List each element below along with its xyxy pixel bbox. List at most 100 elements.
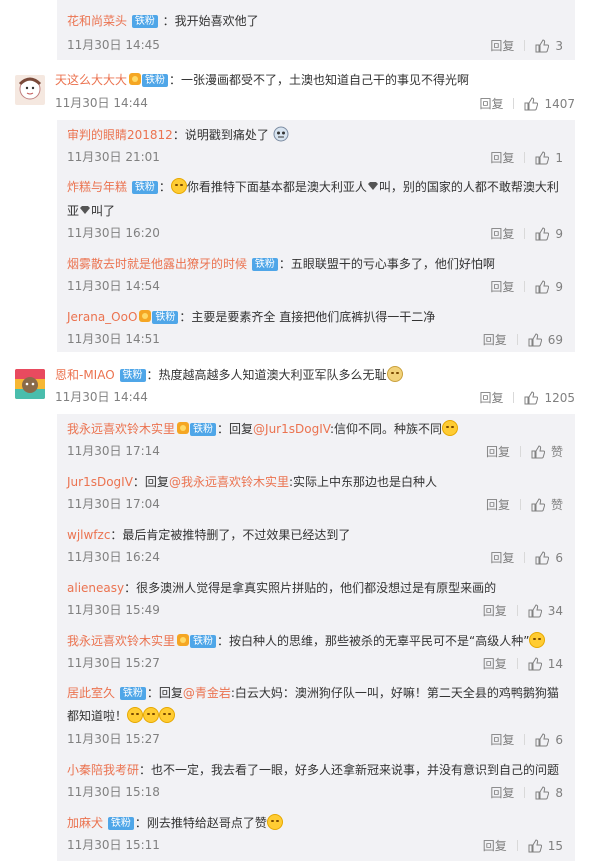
vip-icon <box>177 634 190 646</box>
fan-badge: 铁粉 <box>119 687 146 700</box>
reply-button[interactable]: 回复 <box>490 731 514 748</box>
thumb-up-icon[interactable] <box>531 498 546 515</box>
reply-actions: 回复 15 <box>483 837 563 856</box>
reply-item: 花和尚菜头 铁粉 ：我开始喜欢他了 <box>67 12 259 30</box>
reply-button[interactable]: 回复 <box>490 278 514 295</box>
divider <box>516 334 518 345</box>
thumb-up-icon[interactable] <box>535 733 550 750</box>
comment-actions: 回复 1407 <box>479 95 575 114</box>
like-count: 1407 <box>544 97 575 111</box>
reply-item: 烟雾散去时就是他露出獠牙的时候 铁粉 ：五眼联盟干的亏心事多了，他们好怕啊 <box>67 255 495 273</box>
like-count: 14 <box>547 657 563 671</box>
timestamp: 11月30日 15:49 <box>67 603 160 617</box>
reply-actions: 回复 6 <box>490 549 563 568</box>
thumb-up-icon[interactable] <box>528 604 542 621</box>
username-link[interactable]: 我永远喜欢铃木实里 <box>67 422 175 436</box>
gem-icon <box>367 180 379 194</box>
emoji-icon <box>273 126 289 142</box>
timestamp: 11月30日 14:44 <box>55 390 148 404</box>
reply-text: ：我开始喜欢他了 <box>162 14 259 28</box>
reply-button[interactable]: 回复 <box>483 655 507 672</box>
fan-badge: 铁粉 <box>119 369 146 382</box>
thumb-up-icon[interactable] <box>535 551 550 568</box>
username-link[interactable]: 烟雾散去时就是他露出獠牙的时候 <box>67 257 247 271</box>
mention-link[interactable]: @青金岩 <box>183 686 231 700</box>
username-link[interactable]: 花和尚菜头 <box>67 14 127 28</box>
mention-link[interactable]: @Jur1sDogIV <box>253 422 330 436</box>
reply-button[interactable]: 回复 <box>486 496 510 513</box>
thumb-up-icon[interactable] <box>535 39 550 56</box>
vip-icon <box>139 310 152 322</box>
timestamp: 11月30日 17:14 <box>67 444 160 458</box>
comment-item: 恩和-MIAO 铁粉 ：热度越高越多人知道澳大利亚军队多么无耻 <box>55 366 403 384</box>
thumb-up-icon[interactable] <box>528 839 542 856</box>
fan-badge: 铁粉 <box>251 258 278 271</box>
reply-prefix: ：回复 <box>132 475 169 489</box>
divider <box>524 281 526 292</box>
avatar[interactable] <box>15 369 45 399</box>
like-count: 6 <box>555 733 563 747</box>
divider <box>513 392 515 403</box>
reply-button[interactable]: 回复 <box>490 149 514 166</box>
timestamp: 11月30日 16:24 <box>67 550 160 564</box>
fan-badge: 铁粉 <box>131 181 158 194</box>
thumb-up-icon[interactable] <box>528 657 542 674</box>
reply-button[interactable]: 回复 <box>479 389 503 406</box>
like-count: 3 <box>555 39 563 53</box>
thumb-up-icon[interactable] <box>524 391 539 408</box>
thumb-up-icon[interactable] <box>535 280 550 297</box>
username-link[interactable]: 审判的眼睛201812 <box>67 128 173 142</box>
fan-badge: 铁粉 <box>107 817 134 830</box>
reply-button[interactable]: 回复 <box>490 37 514 54</box>
reply-actions: 回复 9 <box>490 278 563 297</box>
comment-text: ：一张漫画都受不了，土澳也知道自己干的事见不得光啊 <box>169 73 470 87</box>
reply-text: ：按白种人的思维，那些被杀的无辜平民可不是“高级人种” <box>217 634 530 648</box>
avatar[interactable] <box>15 75 45 105</box>
reply-text: 你看推特下面基本都是澳大利亚人 <box>186 180 367 194</box>
thumb-up-icon[interactable] <box>535 786 550 803</box>
fan-badge: 铁粉 <box>190 423 217 436</box>
username-link[interactable]: alieneasy <box>67 581 124 595</box>
reply-button[interactable]: 回复 <box>490 225 514 242</box>
reply-button[interactable]: 回复 <box>483 602 507 619</box>
reply-button[interactable]: 回复 <box>486 443 510 460</box>
username-link[interactable]: Jur1sDogIV <box>67 475 133 489</box>
reply-item: 加麻犬 铁粉 ：刚去推特给赵哥点了赞 <box>67 814 283 832</box>
reply-actions: 回复 69 <box>483 331 563 350</box>
mention-link[interactable]: @我永远喜欢铃木实里 <box>169 475 289 489</box>
reply-text: :信仰不同。种族不同 <box>329 422 443 436</box>
smirk-emoji-icon <box>170 178 187 194</box>
reply-button[interactable]: 回复 <box>490 784 514 801</box>
like-count: 15 <box>547 839 563 853</box>
username-link[interactable]: 天这么大大大 <box>55 73 127 87</box>
username-link[interactable]: wjlwfzc <box>67 528 110 542</box>
divider <box>524 734 526 745</box>
reply-button[interactable]: 回复 <box>479 95 503 112</box>
thumb-up-icon[interactable] <box>535 227 550 244</box>
reply-text: ：也不一定，我去看了一眼，好多人还拿新冠来说事，并没有意识到自己的问题 <box>139 763 560 777</box>
reply-actions: 回复 9 <box>490 225 563 244</box>
username-link[interactable]: 小秦陪我考研 <box>67 763 139 777</box>
username-link[interactable]: 居此室久 <box>67 686 115 700</box>
reply-text: ：五眼联盟干的亏心事多了，他们好怕啊 <box>278 257 495 271</box>
reply-text-cont: 叫了 <box>91 204 116 218</box>
reply-button[interactable]: 回复 <box>483 331 507 348</box>
timestamp: 11月30日 15:11 <box>67 838 160 852</box>
like-button-label[interactable]: 赞 <box>551 443 563 460</box>
thumb-up-icon[interactable] <box>524 97 539 114</box>
vip-icon <box>129 73 142 85</box>
thumb-up-icon[interactable] <box>535 151 550 168</box>
username-link[interactable]: 加麻犬 <box>67 816 103 830</box>
username-link[interactable]: Jerana_OoO <box>67 310 137 324</box>
like-button-label[interactable]: 赞 <box>551 496 563 513</box>
username-link[interactable]: 恩和-MIAO <box>55 368 115 382</box>
divider <box>516 658 518 669</box>
username-link[interactable]: 我永远喜欢铃木实里 <box>67 634 175 648</box>
timestamp: 11月30日 17:04 <box>67 497 160 511</box>
reply-button[interactable]: 回复 <box>483 837 507 854</box>
reply-button[interactable]: 回复 <box>490 549 514 566</box>
thumb-up-icon[interactable] <box>528 333 542 350</box>
thumb-up-icon[interactable] <box>531 445 546 462</box>
reply-text-cont: 都知道啦！ <box>67 709 128 723</box>
username-link[interactable]: 炸糕与年糕 <box>67 180 127 194</box>
